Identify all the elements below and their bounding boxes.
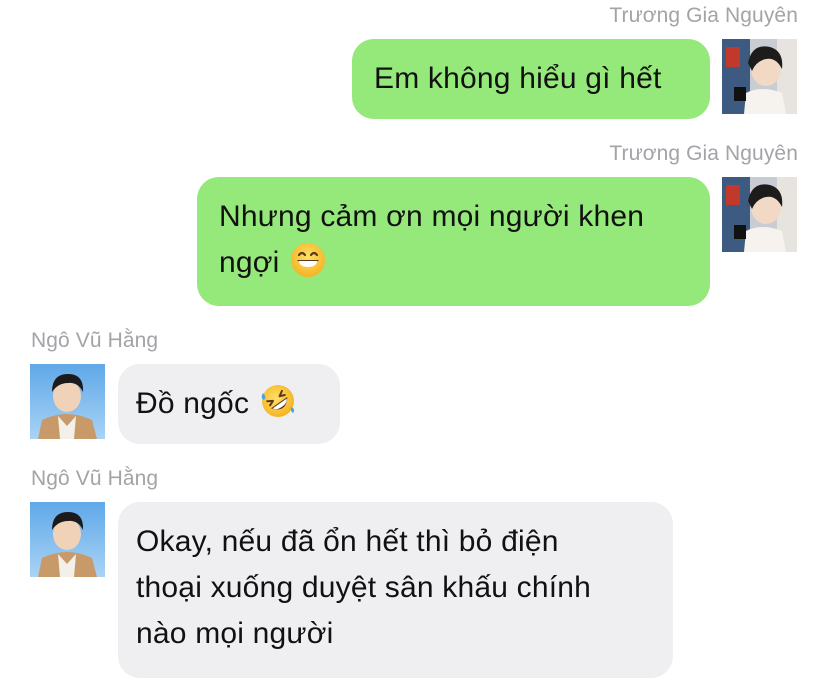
- rolling-on-floor-laughing-icon: [260, 383, 296, 419]
- avatar-photo: [722, 177, 797, 252]
- message-bubble-incoming[interactable]: Đồ ngốc: [118, 364, 340, 444]
- message-text-line: Okay, nếu đã ổn hết thì bỏ điện: [136, 525, 559, 558]
- sender-name: Trương Gia Nguyên: [609, 4, 798, 27]
- message-bubble-outgoing[interactable]: Em không hiểu gì hết: [352, 39, 710, 119]
- message-text-line: thoại xuống duyệt sân khấu chính: [136, 571, 592, 604]
- avatar[interactable]: [722, 39, 797, 114]
- avatar[interactable]: [30, 502, 105, 577]
- message-text: Em không hiểu gì hết: [374, 62, 662, 95]
- avatar[interactable]: [722, 177, 797, 252]
- message-bubble-incoming[interactable]: Okay, nếu đã ổn hết thì bỏ điện thoại xu…: [118, 502, 673, 678]
- message-text-line: nào mọi người: [136, 617, 334, 650]
- sender-name: Ngô Vũ Hằng: [31, 467, 159, 490]
- avatar[interactable]: [30, 364, 105, 439]
- sender-name: Ngô Vũ Hằng: [31, 329, 159, 352]
- sender-name: Trương Gia Nguyên: [609, 142, 798, 165]
- message-bubble-outgoing[interactable]: Nhưng cảm ơn mọi người khen ngợi: [197, 177, 710, 306]
- message-text-line: ngợi: [219, 246, 280, 279]
- avatar-photo: [30, 364, 105, 439]
- grinning-face-icon: [290, 242, 326, 278]
- avatar-photo: [722, 39, 797, 114]
- avatar-photo: [30, 502, 105, 577]
- message-text: Đồ ngốc: [136, 387, 250, 420]
- message-text-line: Nhưng cảm ơn mọi người khen: [219, 200, 645, 233]
